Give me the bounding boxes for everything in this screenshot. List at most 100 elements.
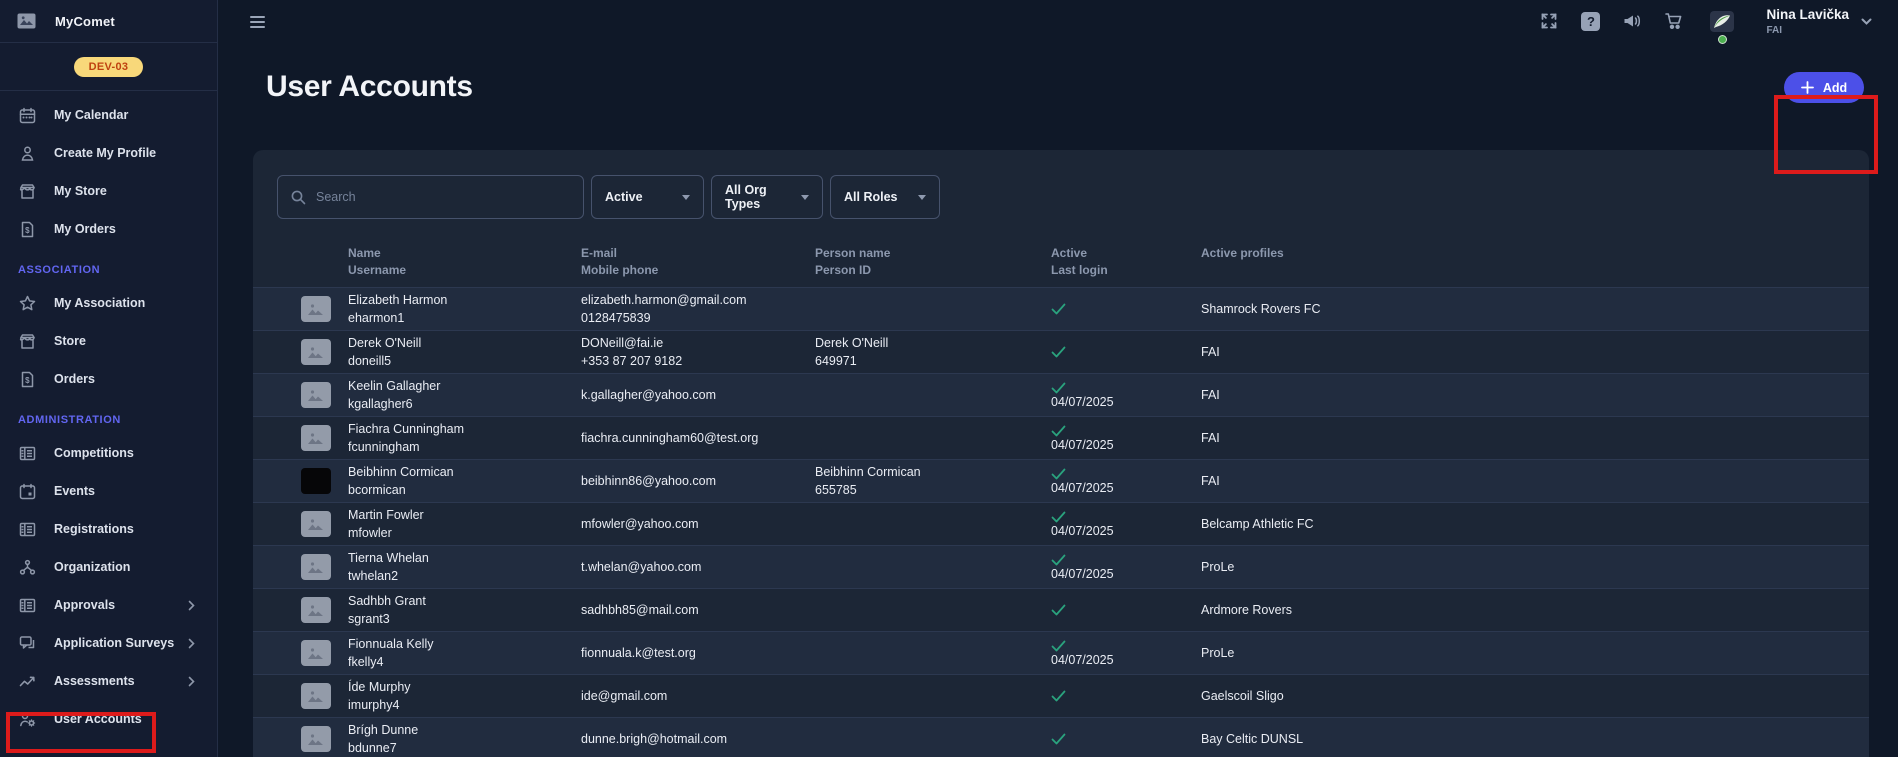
add-button[interactable]: Add [1784,72,1864,103]
status-filter-value: Active [605,190,643,204]
cart-icon[interactable] [1664,11,1684,31]
chevron-down-icon[interactable] [1859,14,1874,29]
order-doc-icon: $ [18,220,37,239]
sidebar-item-user-accounts[interactable]: User Accounts [0,700,217,738]
user-name: Nina Lavička [1766,7,1849,23]
table-row[interactable]: Sadhbh Grant sgrant3 sadhbh85@mail.com A… [253,588,1869,631]
table-column-header: Active Last login [1051,245,1201,279]
sidebar-item-my-association[interactable]: My Association [0,284,217,322]
sidebar-item-events[interactable]: Events [0,472,217,510]
user-avatar[interactable] [1710,11,1734,32]
row-avatar-image-icon [301,597,331,623]
active-profiles: ProLe [1201,558,1869,576]
sidebar-item-assessments[interactable]: Assessments [0,662,217,700]
user-full-name: Brígh Dunne [348,721,581,739]
username: fkelly4 [348,653,581,671]
menu-hamburger-icon[interactable] [250,16,265,28]
announcements-megaphone-icon[interactable] [1622,11,1642,31]
sidebar-item-my-store[interactable]: My Store [0,172,217,210]
role-filter-select[interactable]: All Roles [830,175,940,219]
list-icon [18,596,37,615]
table-row[interactable]: Martin Fowler mfowler mfowler@yahoo.com … [253,502,1869,545]
table-row[interactable]: Tierna Whelan twhelan2 t.whelan@yahoo.co… [253,545,1869,588]
search-icon [290,189,306,205]
active-check-icon [1051,511,1066,523]
search-input[interactable] [316,190,571,204]
chevron-right-icon [186,676,197,687]
username: twhelan2 [348,567,581,585]
last-login: 04/07/2025 [1051,567,1201,581]
email: fionnuala.k@test.org [581,644,815,662]
filters-bar: Active All Org Types All Roles [277,175,940,219]
help-icon[interactable]: ? [1581,12,1600,31]
user-full-name: Derek O'Neill [348,334,581,352]
sidebar-item-label: Application Surveys [54,636,174,650]
table-row[interactable]: Keelin Gallagher kgallagher6 k.gallagher… [253,373,1869,416]
fullscreen-icon[interactable] [1539,11,1559,31]
sidebar-section-header-administration: ADMINISTRATION [0,398,217,434]
sidebar-item-label: Create My Profile [54,146,156,160]
sidebar-item-competitions[interactable]: Competitions [0,434,217,472]
page-header: User Accounts Add [219,43,1898,150]
table-row[interactable]: Fionnuala Kelly fkelly4 fionnuala.k@test… [253,631,1869,674]
user-menu[interactable]: Nina Lavička FAI [1766,7,1849,36]
content-area: ? Nina Lavička FAI [219,0,1898,757]
sidebar: MyComet DEV-03 My Calendar Create My Pro… [0,0,218,757]
status-filter-select[interactable]: Active [591,175,704,219]
sidebar-item-orders[interactable]: $ Orders [0,360,217,398]
person-name: Derek O'Neill [815,334,1051,352]
table-row[interactable]: Íde Murphy imurphy4 ide@gmail.com Gaelsc… [253,674,1869,717]
sidebar-item-my-orders[interactable]: $ My Orders [0,210,217,248]
user-organization: FAI [1766,25,1849,37]
row-avatar-image-icon [301,554,331,580]
sidebar-item-application-surveys[interactable]: Application Surveys [0,624,217,662]
table-row[interactable]: Elizabeth Harmon eharmon1 elizabeth.harm… [253,287,1869,330]
table-body: Elizabeth Harmon eharmon1 elizabeth.harm… [253,287,1869,757]
username: bcormican [348,481,581,499]
table-row[interactable]: Fiachra Cunningham fcunningham fiachra.c… [253,416,1869,459]
caret-down-icon [918,195,926,200]
plus-icon [1801,81,1814,94]
email: dunne.brigh@hotmail.com [581,730,815,748]
active-profiles: FAI [1201,472,1869,490]
sidebar-item-label: Assessments [54,674,135,688]
sidebar-item-label: Registrations [54,522,134,536]
sidebar-item-organization[interactable]: Organization [0,548,217,586]
sidebar-item-registrations[interactable]: Registrations [0,510,217,548]
sidebar-section-header-association: ASSOCIATION [0,248,217,284]
email: elizabeth.harmon@gmail.com [581,291,815,309]
table-row[interactable]: Brígh Dunne bdunne7 dunne.brigh@hotmail.… [253,717,1869,757]
email: fiachra.cunningham60@test.org [581,429,815,447]
search-field[interactable] [277,175,584,219]
person-id: 649971 [815,352,1051,370]
user-gear-icon [18,710,37,729]
username: sgrant3 [348,610,581,628]
sidebar-item-create-my-profile[interactable]: Create My Profile [0,134,217,172]
username: fcunningham [348,438,581,456]
user-full-name: Fiachra Cunningham [348,420,581,438]
table-row[interactable]: Derek O'Neill doneill5 DONeill@fai.ie +3… [253,330,1869,373]
last-login: 04/07/2025 [1051,653,1201,667]
mobile-phone: +353 87 207 9182 [581,352,815,370]
row-avatar-image-icon [301,382,331,408]
svg-text:$: $ [25,375,30,384]
org-type-filter-select[interactable]: All Org Types [711,175,823,219]
last-login: 04/07/2025 [1051,524,1201,538]
active-check-icon [1051,640,1066,652]
list-icon [18,520,37,539]
sidebar-nav: My Calendar Create My Profile My Store $… [0,91,217,738]
table-row[interactable]: Beibhinn Cormican bcormican beibhinn86@y… [253,459,1869,502]
store-icon [18,182,37,201]
table-header-row: Name Username E-mail Mobile phone Person… [253,245,1869,279]
active-check-icon [1051,604,1066,616]
active-check-icon [1051,382,1066,394]
sidebar-item-my-calendar[interactable]: My Calendar [0,96,217,134]
sidebar-item-store[interactable]: Store [0,322,217,360]
sidebar-item-approvals[interactable]: Approvals [0,586,217,624]
user-full-name: Tierna Whelan [348,549,581,567]
username: mfowler [348,524,581,542]
user-full-name: Íde Murphy [348,678,581,696]
app-logo[interactable]: MyComet [0,0,217,43]
caret-down-icon [682,195,690,200]
user-full-name: Sadhbh Grant [348,592,581,610]
